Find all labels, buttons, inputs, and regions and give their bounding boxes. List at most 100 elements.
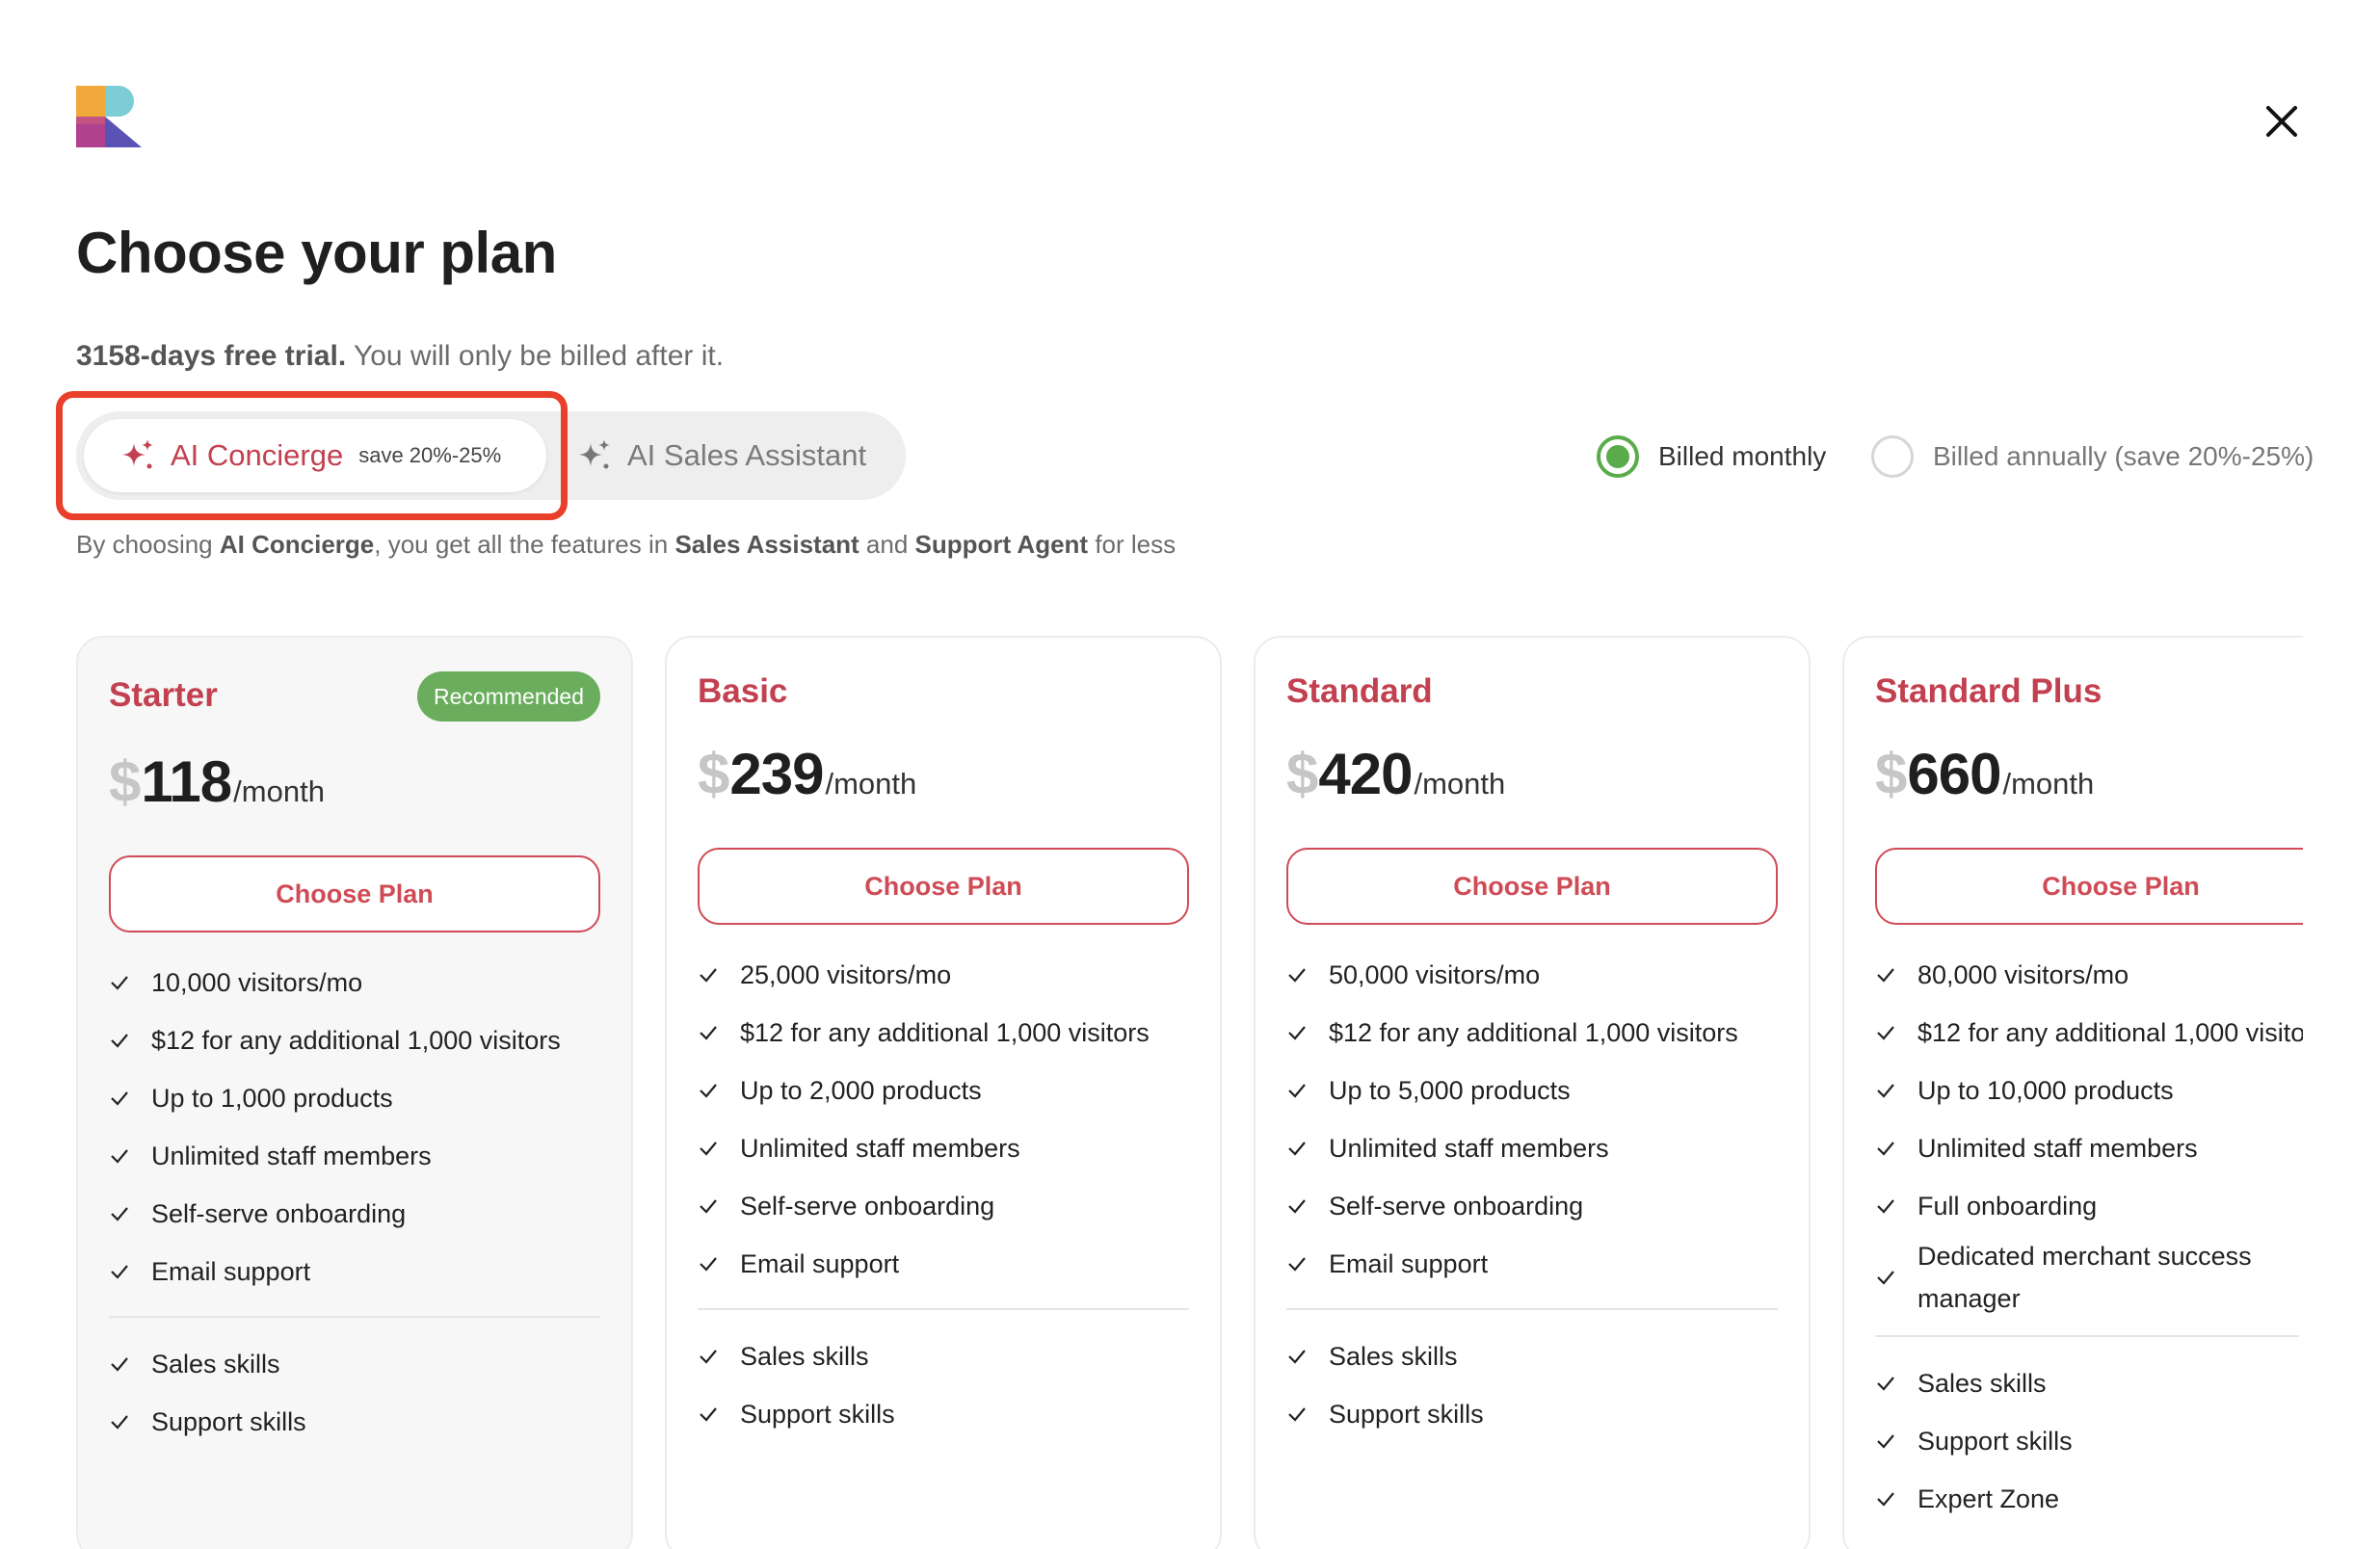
billing-monthly-radio[interactable]: Billed monthly xyxy=(1597,435,1826,478)
plan-price: $660/month xyxy=(1875,741,2094,807)
skill-text: Support skills xyxy=(1917,1427,2073,1456)
skill-text: Sales skills xyxy=(151,1350,280,1378)
list-item: Up to 2,000 products xyxy=(698,1062,1189,1119)
price-period: /month xyxy=(825,767,917,801)
feature-text: Dedicated merchant success manager xyxy=(1917,1242,2252,1313)
price-currency: $ xyxy=(109,749,142,814)
check-icon xyxy=(1877,1434,1894,1449)
recommended-badge: Recommended xyxy=(417,671,600,722)
price-amount: 420 xyxy=(1318,742,1413,806)
list-item: $12 for any additional 1,000 visitors xyxy=(1875,1004,2303,1062)
toggle-save-badge: save 20%-25% xyxy=(358,443,502,467)
feature-text: Up to 2,000 products xyxy=(740,1076,982,1105)
toggle-ai-sales-assistant-label: AI Sales Assistant xyxy=(627,438,867,472)
radio-selected xyxy=(1597,435,1639,478)
plan-card-standard: Standard $420/month Choose Plan 50,000 v… xyxy=(1254,636,1811,1549)
skill-text: Support skills xyxy=(740,1400,895,1429)
note-text: for less xyxy=(1088,530,1177,559)
list-item: Support skills xyxy=(698,1385,1189,1443)
brand-logo xyxy=(76,86,142,147)
note-text: By choosing xyxy=(76,530,220,559)
sparkle-icon xyxy=(579,439,610,469)
feature-text: 50,000 visitors/mo xyxy=(1329,960,1541,989)
feature-text: Unlimited staff members xyxy=(1917,1134,2198,1163)
trial-info: 3158-days free trial. You will only be b… xyxy=(76,340,724,373)
feature-list: 10,000 visitors/mo $12 for any additiona… xyxy=(109,954,600,1451)
sparkle-icon xyxy=(122,439,153,469)
list-item: Email support xyxy=(698,1235,1189,1293)
plan-name: Standard xyxy=(1286,672,1433,710)
list-item: Email support xyxy=(109,1243,600,1300)
choose-plan-button[interactable]: Choose Plan xyxy=(109,855,600,932)
bundle-note: By choosing AI Concierge, you get all th… xyxy=(76,530,1176,560)
list-item: Email support xyxy=(1286,1235,1778,1293)
billing-annually-radio[interactable]: Billed annually (save 20%-25%) xyxy=(1871,435,2314,478)
choose-plan-button[interactable]: Choose Plan xyxy=(1875,848,2303,925)
note-bold: Support Agent xyxy=(914,530,1089,559)
list-item: $12 for any additional 1,000 visitors xyxy=(109,1011,600,1069)
close-icon[interactable] xyxy=(2262,102,2301,141)
check-icon xyxy=(700,968,717,983)
billing-monthly-label: Billed monthly xyxy=(1658,441,1827,471)
list-item: Up to 1,000 products xyxy=(109,1069,600,1127)
price-currency: $ xyxy=(1286,742,1319,806)
plan-price: $239/month xyxy=(698,741,916,807)
list-item: $12 for any additional 1,000 visitors xyxy=(1286,1004,1778,1062)
trial-note: You will only be billed after it. xyxy=(346,340,725,372)
list-item: Sales skills xyxy=(1875,1354,2299,1412)
check-icon xyxy=(1288,1084,1306,1098)
page-title: Choose your plan xyxy=(76,221,557,285)
check-icon xyxy=(700,1350,717,1364)
list-item: Support skills xyxy=(109,1393,600,1451)
feature-text: $12 for any additional 1,000 visitors xyxy=(1917,1018,2303,1047)
divider xyxy=(1875,1335,2299,1337)
check-icon xyxy=(111,1149,128,1164)
check-icon xyxy=(111,1415,128,1430)
note-bold: AI Concierge xyxy=(219,530,375,559)
check-icon xyxy=(700,1142,717,1156)
feature-text: Unlimited staff members xyxy=(1329,1134,1609,1163)
skill-text: Sales skills xyxy=(1917,1369,2047,1398)
toggle-ai-concierge[interactable]: AI Concierge save 20%-25% xyxy=(84,419,546,492)
price-currency: $ xyxy=(698,742,730,806)
check-icon xyxy=(1877,1084,1894,1098)
check-icon xyxy=(111,1207,128,1221)
list-item: Self-serve onboarding xyxy=(1286,1177,1778,1235)
skill-text: Support skills xyxy=(1329,1400,1484,1429)
check-icon xyxy=(700,1084,717,1098)
check-icon xyxy=(700,1407,717,1422)
check-icon xyxy=(1877,1271,1894,1285)
list-item: Up to 10,000 products xyxy=(1875,1062,2299,1119)
choose-plan-button[interactable]: Choose Plan xyxy=(698,848,1189,925)
price-period: /month xyxy=(1414,767,1506,801)
check-icon xyxy=(1288,1407,1306,1422)
list-item: Support skills xyxy=(1875,1412,2299,1470)
check-icon xyxy=(1288,1257,1306,1272)
check-icon xyxy=(700,1257,717,1272)
skill-text: Support skills xyxy=(151,1407,306,1436)
note-text: , you get all the features in xyxy=(374,530,675,559)
list-item: Support skills xyxy=(1286,1385,1778,1443)
feature-text: 80,000 visitors/mo xyxy=(1917,960,2129,989)
list-item: 50,000 visitors/mo xyxy=(1286,946,1778,1004)
check-icon xyxy=(1877,1142,1894,1156)
list-item: 25,000 visitors/mo xyxy=(698,946,1189,1004)
list-item: Full onboarding xyxy=(1875,1177,2299,1235)
check-icon xyxy=(1877,1199,1894,1214)
check-icon xyxy=(111,1357,128,1372)
list-item: Unlimited staff members xyxy=(109,1127,600,1185)
feature-text: 25,000 visitors/mo xyxy=(740,960,952,989)
plan-card-clip: Standard Plus $660/month Choose Plan 80,… xyxy=(1842,636,2303,1549)
note-bold: Sales Assistant xyxy=(674,530,859,559)
feature-text: $12 for any additional 1,000 visitors xyxy=(1329,1018,1738,1047)
list-item: 80,000 visitors/mo xyxy=(1875,946,2299,1004)
check-icon xyxy=(1877,1026,1894,1040)
choose-plan-button[interactable]: Choose Plan xyxy=(1286,848,1778,925)
feature-list: 50,000 visitors/mo $12 for any additiona… xyxy=(1286,946,1778,1443)
product-toggle: AI Concierge save 20%-25% AI Sales Assis… xyxy=(76,411,906,500)
check-icon xyxy=(1877,1492,1894,1507)
toggle-ai-sales-assistant[interactable]: AI Sales Assistant xyxy=(566,419,893,492)
list-item: Expert Zone xyxy=(1875,1470,2299,1528)
list-item: Unlimited staff members xyxy=(1286,1119,1778,1177)
price-amount: 660 xyxy=(1907,742,2001,806)
